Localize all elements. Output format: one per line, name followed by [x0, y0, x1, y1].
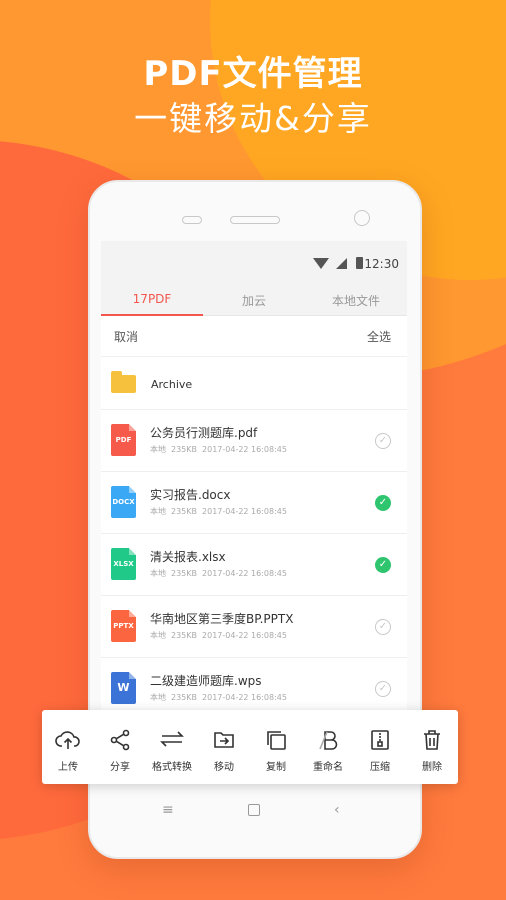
file-meta: 本地 235KB 2017-04-22 16:08:45 — [150, 693, 287, 702]
wps-file-icon: W — [111, 672, 136, 704]
tab-17pdf[interactable]: 17PDF — [101, 285, 203, 315]
pdf-file-icon: PDF — [111, 424, 136, 456]
wifi-icon — [313, 258, 329, 269]
select-checkbox[interactable]: ✓ — [375, 495, 391, 511]
file-row[interactable]: PDF 公务员行测题库.pdf 本地 235KB 2017-04-22 16:08:… — [101, 410, 407, 472]
phone-screen: 12:30 17PDF 加云 本地文件 取消 全选 Archive PDF 公务… — [101, 241, 407, 769]
docx-file-icon: DOCX — [111, 486, 136, 518]
delete-button[interactable]: 删除 — [406, 710, 458, 784]
file-name: 清关报表.xlsx — [150, 550, 226, 564]
file-meta: 本地 235KB 2017-04-22 16:08:45 — [150, 631, 287, 640]
trash-icon — [424, 730, 440, 750]
android-nav-bar: ≡ ‹ — [90, 802, 420, 832]
convert-icon — [160, 731, 184, 747]
compress-button[interactable]: 压缩 — [354, 710, 406, 784]
home-icon[interactable] — [248, 804, 260, 816]
promo-title: PDF文件管理 — [143, 54, 363, 94]
select-all-button[interactable]: 全选 — [367, 328, 391, 345]
folder-icon — [111, 371, 136, 393]
file-list: Archive PDF 公务员行测题库.pdf 本地 235KB 2017-04-2… — [101, 357, 407, 720]
xlsx-file-icon: XLSX — [111, 548, 136, 580]
pptx-file-icon: PPTX — [111, 610, 136, 642]
convert-button[interactable]: 格式转换 — [146, 710, 198, 784]
file-row[interactable]: XLSX 清关报表.xlsx 本地 235KB 2017-04-22 16:08:4… — [101, 534, 407, 596]
file-name: 华南地区第三季度BP.PPTX — [150, 612, 294, 626]
file-name: 二级建造师题库.wps — [150, 674, 262, 688]
status-time: 12:30 — [364, 257, 399, 271]
file-meta: 本地 235KB 2017-04-22 16:08:45 — [150, 445, 287, 454]
file-meta: 本地 235KB 2017-04-22 16:08:45 — [150, 569, 287, 578]
folder-name: Archive — [151, 378, 193, 391]
file-name: 公务员行测题库.pdf — [150, 426, 258, 440]
compress-icon — [371, 730, 389, 750]
signal-icon — [336, 258, 347, 269]
rename-button[interactable]: 重命名 — [302, 710, 354, 784]
file-row[interactable]: DOCX 实习报告.docx 本地 235KB 2017-04-22 16:08:4… — [101, 472, 407, 534]
folder-row[interactable]: Archive — [101, 357, 407, 410]
status-bar: 12:30 — [101, 241, 407, 285]
share-icon — [110, 729, 130, 751]
selection-action-bar: 取消 全选 — [101, 316, 407, 357]
move-button[interactable]: 移动 — [198, 710, 250, 784]
back-icon[interactable]: ‹ — [334, 802, 340, 818]
bottom-toolbar: 上传 分享 格式转换 移动 复制 重命名 压缩 删除 — [42, 710, 458, 784]
tab-local-files[interactable]: 本地文件 — [305, 285, 407, 315]
phone-speaker — [230, 216, 280, 224]
select-checkbox[interactable]: ✓ — [375, 681, 391, 697]
upload-cloud-icon — [55, 731, 80, 749]
tab-bar: 17PDF 加云 本地文件 — [101, 285, 407, 316]
upload-button[interactable]: 上传 — [42, 710, 94, 784]
tab-jiayun[interactable]: 加云 — [203, 285, 305, 315]
phone-sensor — [182, 216, 202, 224]
share-button[interactable]: 分享 — [94, 710, 146, 784]
battery-icon — [356, 257, 363, 269]
promo-subtitle: 一键移动&分享 — [134, 99, 372, 138]
select-checkbox[interactable]: ✓ — [375, 619, 391, 635]
file-row[interactable]: PPTX 华南地区第三季度BP.PPTX 本地 235KB 2017-04-22 1… — [101, 596, 407, 658]
select-checkbox[interactable]: ✓ — [375, 433, 391, 449]
phone-camera — [354, 210, 370, 226]
menu-icon[interactable]: ≡ — [162, 802, 174, 818]
copy-icon — [267, 731, 286, 750]
file-name: 实习报告.docx — [150, 488, 231, 502]
rename-icon — [319, 731, 338, 750]
copy-button[interactable]: 复制 — [250, 710, 302, 784]
select-checkbox[interactable]: ✓ — [375, 557, 391, 573]
active-tab-indicator — [101, 313, 203, 316]
move-icon — [214, 732, 234, 748]
cancel-button[interactable]: 取消 — [114, 328, 138, 345]
file-meta: 本地 235KB 2017-04-22 16:08:45 — [150, 507, 287, 516]
